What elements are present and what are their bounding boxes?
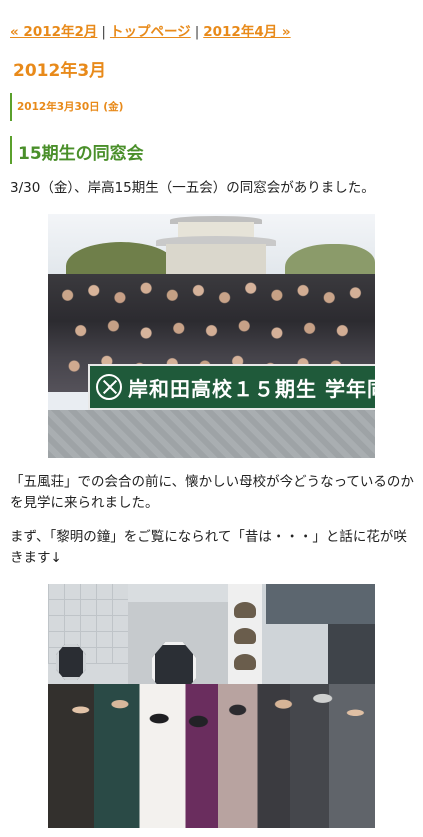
building-window-right	[266, 584, 375, 624]
entry-date-header: 2012年3月30日 (金)	[10, 93, 123, 121]
bell-viewing-photo[interactable]	[48, 584, 375, 828]
photo-ground	[48, 410, 375, 458]
entry-title-header: 15期生の同窓会	[10, 136, 144, 164]
next-month-link[interactable]: 2012年4月 »	[203, 24, 290, 40]
photo-people	[48, 684, 375, 828]
entry-paragraph-3: まず、「黎明の鐘」をご覧になられて「昔は・・・」と話に花が咲きます↓	[10, 529, 407, 566]
octagonal-window-left	[56, 644, 86, 680]
reunion-banner: 岸和田高校１５期生 学年同窓会	[88, 364, 375, 410]
school-emblem-icon	[96, 374, 122, 400]
bell-icon	[234, 602, 256, 618]
entry-paragraph-2: 「五風荘」での会合の前に、懐かしい母校が今どうなっているのかを見学に来られました…	[10, 474, 414, 511]
entry-title[interactable]: 15期生の同窓会	[18, 139, 144, 164]
archive-month-title: 2012年3月	[13, 61, 107, 81]
nav-separator: |	[194, 24, 200, 40]
bell-icon	[234, 628, 256, 644]
top-page-link[interactable]: トップページ	[110, 24, 191, 40]
reunion-banner-text: 岸和田高校１５期生 学年同窓会	[128, 376, 375, 401]
reunion-group-photo[interactable]: 岸和田高校１５期生 学年同窓会	[48, 214, 375, 458]
archive-navigation: « 2012年2月 | トップページ | 2012年4月 »	[10, 20, 291, 40]
entry-date: 2012年3月30日 (金)	[17, 101, 124, 113]
nav-separator: |	[101, 24, 106, 40]
prev-month-link[interactable]: « 2012年2月	[10, 24, 97, 40]
entry-paragraph-1: 3/30（金）、岸高15期生（一五会）の同窓会がありました。	[10, 180, 375, 196]
bell-icon	[234, 654, 256, 670]
